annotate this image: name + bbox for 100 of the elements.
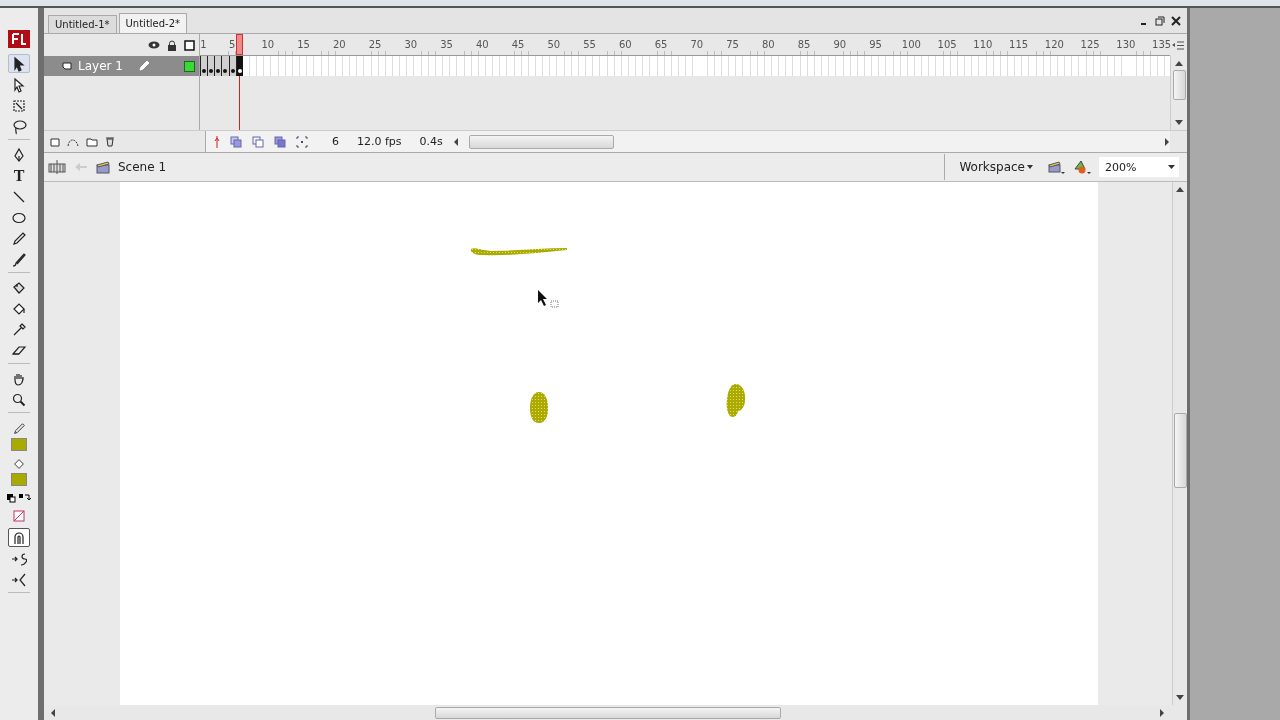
snap-option-button[interactable] [8, 528, 30, 547]
folder-icon[interactable] [86, 136, 98, 147]
elapsed-time: 0.4s [419, 135, 443, 148]
layer-icon [62, 61, 72, 71]
scroll-down-icon[interactable] [1175, 120, 1183, 126]
motion-guide-icon[interactable] [67, 136, 79, 147]
scrollbar-thumb[interactable] [434, 706, 781, 719]
restore-icon[interactable] [1155, 15, 1165, 26]
scene-name[interactable]: Scene 1 [118, 160, 167, 174]
caret-icon [1027, 165, 1033, 169]
app-logo-icon [8, 30, 30, 48]
straighten-icon [11, 571, 27, 588]
lock-icon[interactable] [167, 39, 177, 51]
scrollbar-thumb[interactable] [1172, 70, 1186, 100]
keyframe[interactable] [200, 56, 208, 76]
trash-icon[interactable] [105, 136, 115, 147]
frame-rate: 12.0 fps [357, 135, 402, 148]
edit-multiple-frames-icon[interactable] [274, 135, 286, 148]
frame-number: 5 [228, 39, 236, 50]
frame-number: 50 [547, 39, 561, 50]
scrollbar-thumb[interactable] [468, 134, 614, 149]
swap-colors-icon[interactable] [5, 492, 33, 504]
frame-number: 115 [1009, 39, 1029, 50]
frame-number: 55 [583, 39, 596, 50]
frame-number: 125 [1080, 39, 1100, 50]
timeline-menu-icon[interactable] [1172, 41, 1184, 50]
frame-number: 1 [200, 39, 207, 50]
scroll-right-icon[interactable] [1159, 708, 1165, 717]
frame-number: 35 [440, 39, 453, 50]
edit-scene-icon[interactable] [48, 159, 66, 175]
close-icon[interactable] [1171, 15, 1181, 26]
frame-number: 10 [261, 39, 275, 50]
clapperboard-icon[interactable] [1047, 159, 1065, 175]
eye-icon[interactable] [148, 40, 160, 50]
frame-number: 120 [1044, 39, 1064, 50]
layer-color-swatch[interactable] [184, 60, 195, 72]
scrollbar-thumb[interactable] [1173, 413, 1187, 489]
frame-number: 100 [901, 39, 921, 50]
onion-skin-icon[interactable] [230, 135, 242, 148]
keyframe[interactable] [214, 56, 222, 76]
keyframe[interactable] [221, 56, 229, 76]
center-frame-icon[interactable] [214, 135, 220, 148]
arrow-cursor-icon [538, 290, 559, 308]
eyedropper-icon [11, 321, 27, 338]
frame-number: 45 [511, 39, 525, 50]
text-tool-button[interactable]: T [8, 166, 30, 185]
frame-number: 20 [333, 39, 346, 50]
frame-number: 80 [762, 39, 775, 50]
frame-number: 95 [869, 39, 882, 50]
current-frame: 6 [332, 135, 339, 148]
zoom-icon [11, 391, 27, 408]
zoom-field[interactable]: 200% [1099, 157, 1179, 177]
scroll-down-icon[interactable] [1176, 695, 1184, 701]
lasso-icon [11, 118, 27, 135]
document-tab[interactable]: Untitled-2* [118, 13, 188, 33]
frame-number: 110 [973, 39, 993, 50]
frame-number: 30 [404, 39, 418, 50]
workspace-menu[interactable]: Workspace [953, 160, 1039, 174]
shapes-icon[interactable] [1073, 159, 1091, 175]
selection-icon [11, 55, 27, 72]
brush-icon [11, 251, 27, 268]
frame-number: 60 [619, 39, 632, 50]
scroll-left-icon[interactable] [50, 708, 56, 717]
frame-number: 135 [1152, 39, 1170, 50]
fill-color-swatch[interactable] [11, 473, 27, 486]
keyframe[interactable] [228, 56, 236, 76]
caret-icon[interactable] [1168, 165, 1175, 169]
scroll-left-icon[interactable] [452, 137, 459, 146]
smooth-icon [11, 550, 27, 567]
layer-name: Layer 1 [78, 59, 124, 73]
frame-number: 15 [297, 39, 310, 50]
bucket-icon [12, 457, 26, 471]
frame-number: 85 [797, 39, 811, 50]
frame-number: 70 [690, 39, 704, 50]
frame-number: 90 [833, 39, 847, 50]
frame-number: 105 [937, 39, 957, 50]
keyframe[interactable] [235, 56, 243, 76]
frame-number: 75 [726, 39, 739, 50]
pencil-icon [12, 422, 26, 436]
subselection-icon [11, 76, 27, 93]
frame-ruler[interactable]: 1 5 10 15 20 25 30 35 40 45 50 55 60 65 70 75 80 85 90 95 100 105 110 115 120 125 130 135 [200, 34, 1170, 56]
document-tab[interactable]: Untitled-1* [48, 15, 117, 33]
selection-tool-button[interactable] [8, 54, 30, 73]
keyframe[interactable] [207, 56, 215, 76]
scroll-up-icon[interactable] [1175, 60, 1183, 66]
scroll-up-icon[interactable] [1176, 186, 1184, 192]
new-layer-icon[interactable] [50, 136, 60, 147]
snap-icon [11, 529, 27, 546]
onion-outline-icon[interactable] [252, 135, 264, 148]
scroll-right-icon[interactable] [1164, 137, 1170, 146]
pencil-icon [11, 230, 27, 247]
outline-icon[interactable] [184, 39, 195, 51]
stroke-color-swatch[interactable] [11, 438, 27, 451]
no-color-icon[interactable] [13, 510, 25, 522]
frame-number: 65 [654, 39, 668, 50]
playhead[interactable] [235, 34, 243, 55]
frame-number: 130 [1116, 39, 1136, 50]
playhead-line [238, 76, 240, 130]
onion-markers-icon[interactable] [296, 135, 308, 148]
clapperboard-icon [96, 160, 110, 174]
